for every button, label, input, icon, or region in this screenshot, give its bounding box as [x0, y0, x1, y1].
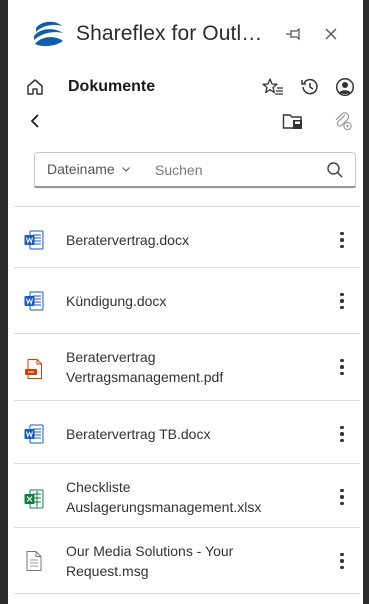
chevron-left-icon — [30, 114, 39, 128]
toolbar — [14, 106, 360, 136]
file-name: Our Media Solutions - Your Request.msg — [66, 541, 316, 581]
word-file-icon — [24, 424, 44, 444]
paperclip-link-icon — [335, 112, 352, 131]
shareflex-logo-icon — [34, 21, 63, 47]
history-button[interactable] — [297, 74, 323, 100]
file-row[interactable]: Checkliste Auslagerungsmanagement.xlsx — [14, 464, 360, 530]
file-name-line: Auslagerungsmanagement.xlsx — [66, 499, 262, 515]
more-options-button[interactable] — [332, 485, 352, 509]
more-options-button[interactable] — [332, 355, 352, 379]
file-name-line: Vertragsmanagement.pdf — [66, 369, 224, 385]
more-options-button[interactable] — [332, 289, 352, 313]
save-to-folder-button[interactable] — [280, 109, 306, 133]
more-vertical-icon — [340, 488, 344, 506]
more-options-button[interactable] — [332, 422, 352, 446]
file-name-line: Beratervertrag.docx — [66, 232, 189, 248]
pin-icon — [286, 27, 300, 41]
nav-header: Dokumente — [14, 72, 360, 104]
file-row[interactable]: Our Media Solutions - Your Request.msg — [14, 528, 360, 594]
file-row[interactable]: Beratervertrag TB.docx — [14, 401, 360, 467]
search-field-select-label: Dateiname — [47, 161, 115, 177]
close-button[interactable] — [319, 22, 343, 46]
account-icon — [335, 77, 355, 97]
more-vertical-icon — [340, 231, 344, 249]
search-box: Dateiname — [34, 152, 356, 188]
file-name: Beratervertrag TB.docx — [66, 424, 316, 444]
search-icon — [327, 162, 343, 178]
attach-link-button[interactable] — [330, 109, 356, 133]
page-title: Dokumente — [68, 78, 156, 95]
window-border-left — [0, 0, 8, 604]
pin-button[interactable] — [282, 22, 306, 46]
message-file-icon — [26, 551, 42, 571]
folder-save-icon — [282, 114, 302, 129]
favorites-button[interactable] — [260, 74, 286, 100]
account-button[interactable] — [332, 74, 358, 100]
app-window: Shareflex for Outl… Dokumente Dateiname … — [0, 0, 369, 604]
search-field-select[interactable]: Dateiname — [47, 161, 131, 177]
file-name-line: Checkliste — [66, 479, 131, 495]
search-underline — [34, 186, 356, 188]
back-button[interactable] — [24, 109, 46, 133]
file-name-line: Kündigung.docx — [66, 293, 167, 309]
word-file-icon — [24, 230, 44, 250]
file-row[interactable]: Kündigung.docx — [14, 268, 360, 334]
more-vertical-icon — [340, 425, 344, 443]
file-name: Beratervertrag Vertragsmanagement.pdf — [66, 347, 316, 387]
window-border-right — [363, 0, 369, 604]
file-name-line: Beratervertrag TB.docx — [66, 426, 211, 442]
file-name-line: Beratervertrag — [66, 349, 156, 365]
chevron-down-icon — [121, 167, 130, 172]
more-options-button[interactable] — [332, 228, 352, 252]
file-name-line: Request.msg — [66, 563, 149, 579]
more-options-button[interactable] — [332, 549, 352, 573]
file-name: Beratervertrag.docx — [66, 230, 316, 250]
star-list-icon — [262, 78, 283, 95]
file-name-line: Our Media Solutions - Your — [66, 543, 234, 559]
list-divider — [14, 593, 360, 594]
search-input[interactable] — [155, 159, 315, 181]
file-row[interactable]: Beratervertrag Vertragsmanagement.pdf — [14, 334, 360, 400]
history-icon — [301, 78, 318, 95]
more-vertical-icon — [340, 552, 344, 570]
search-button[interactable] — [325, 160, 345, 180]
app-title: Shareflex for Outl… — [76, 22, 263, 45]
file-name: Kündigung.docx — [66, 291, 316, 311]
home-button[interactable] — [22, 74, 48, 100]
home-icon — [27, 79, 43, 95]
word-file-icon — [24, 291, 44, 311]
title-bar: Shareflex for Outl… — [14, 8, 360, 60]
excel-file-icon — [24, 489, 44, 509]
file-row[interactable]: Beratervertrag.docx — [14, 207, 360, 273]
more-vertical-icon — [340, 358, 344, 376]
close-icon — [325, 28, 337, 40]
file-name: Checkliste Auslagerungsmanagement.xlsx — [66, 477, 316, 517]
pdf-file-icon — [25, 359, 42, 379]
more-vertical-icon — [340, 292, 344, 310]
